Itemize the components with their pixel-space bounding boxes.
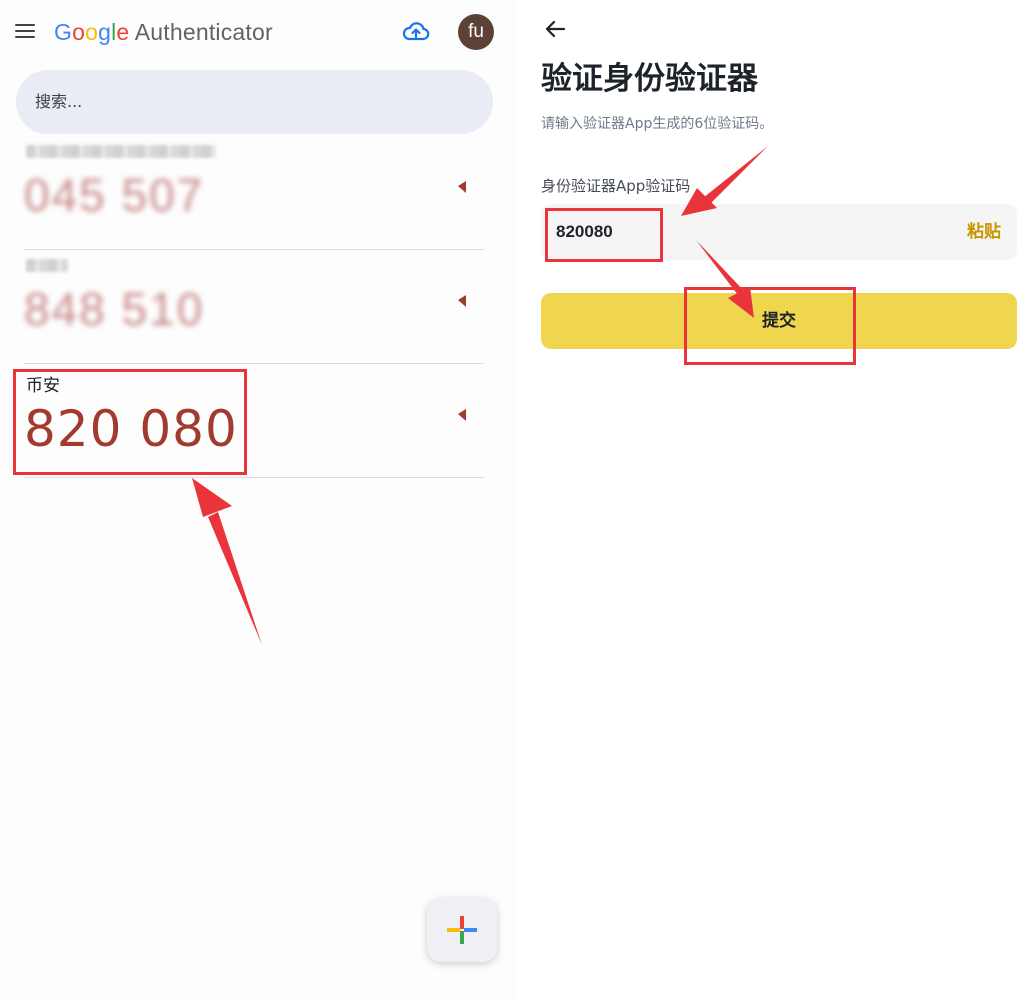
page-subtitle: 请输入验证器App生成的6位验证码。 — [541, 116, 774, 132]
verify-panel: 验证身份验证器 请输入验证器App生成的6位验证码。 身份验证器App验证码 8… — [515, 0, 1035, 1001]
account-entry[interactable]: 848 510 — [24, 249, 484, 364]
timer-icon — [458, 409, 466, 421]
app-name: Authenticator — [134, 19, 273, 45]
account-name-blurred — [26, 259, 68, 272]
submit-highlight-box — [684, 287, 856, 365]
authenticator-panel: Google Authenticator fu 搜索... 045 507 84… — [0, 0, 515, 1001]
account-entry[interactable]: 045 507 — [24, 135, 484, 250]
add-account-button[interactable] — [427, 898, 497, 962]
timer-icon — [458, 181, 466, 193]
account-code-blurred: 848 510 — [24, 283, 205, 335]
back-arrow-icon[interactable] — [544, 18, 566, 40]
code-field-label: 身份验证器App验证码 — [541, 177, 691, 195]
paste-button[interactable]: 粘贴 — [967, 204, 1001, 260]
plus-icon — [447, 916, 477, 944]
page-title: 验证身份验证器 — [541, 61, 758, 97]
app-title: Google Authenticator — [54, 19, 273, 45]
cloud-upload-icon[interactable] — [402, 20, 430, 44]
code-highlight-box — [13, 369, 247, 475]
account-name-blurred — [26, 145, 216, 158]
search-input[interactable]: 搜索... — [16, 70, 493, 134]
avatar[interactable]: fu — [458, 14, 494, 50]
menu-icon[interactable] — [15, 24, 35, 40]
timer-icon — [458, 295, 466, 307]
input-highlight-box — [545, 208, 663, 262]
account-code-blurred: 045 507 — [24, 169, 205, 221]
